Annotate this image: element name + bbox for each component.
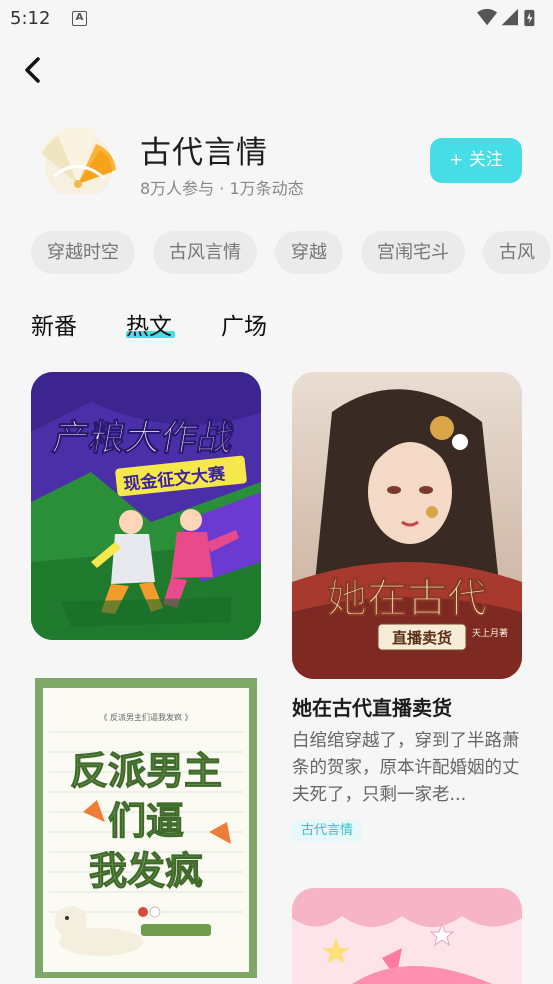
wifi-icon (477, 8, 498, 26)
villain-art-line1: 反派男主 (70, 749, 222, 793)
ancient-cover-title: 她在古代 (327, 575, 487, 622)
chip-transmigration[interactable]: 穿越 (275, 231, 343, 274)
ancient-cover-art: 她在古代 直播卖货 天上月著 (292, 372, 522, 679)
villain-cover-caption: 《 反派男主们逼我发疯 》 (99, 712, 192, 722)
status-bar: 5:12 A (0, 0, 553, 40)
topic-title: 古代言情 (140, 135, 268, 171)
chip-time-travel[interactable]: 穿越时空 (31, 231, 135, 274)
follow-button[interactable]: + 关注 (430, 138, 522, 183)
tab-new[interactable]: 新番 (31, 307, 77, 341)
ancient-cover-author: 天上月著 (472, 627, 508, 639)
folding-fan-icon (40, 126, 116, 194)
tag-chips: 穿越时空 古风言情 穿越 宫闱宅斗 古风 (31, 231, 553, 275)
chip-ancient-style[interactable]: 古风 (483, 231, 551, 274)
book-card-partial[interactable] (292, 888, 522, 984)
chip-ancient-romance[interactable]: 古风言情 (153, 231, 257, 274)
book-card-villain[interactable]: 《 反派男主们逼我发疯 》 反派男主 们逼 我发疯 (31, 672, 261, 982)
topic-stats: 8万人参与 · 1万条动态 (140, 179, 304, 198)
chip-palace-intrigue[interactable]: 宫闱宅斗 (361, 231, 465, 274)
promo-title-art: 产粮大作战 (50, 416, 237, 459)
book-title[interactable]: 她在古代直播卖货 (292, 692, 452, 721)
partial-cover-art (292, 888, 522, 984)
ancient-cover-subtitle: 直播卖货 (392, 629, 452, 647)
villain-cover-art: 《 反派男主们逼我发疯 》 反派男主 们逼 我发疯 (35, 678, 257, 978)
villain-art-line2: 们逼 (108, 799, 184, 843)
promo-card-writing-contest[interactable]: 产粮大作战 现金征文大赛 (31, 372, 261, 640)
promo-card-art: 产粮大作战 现金征文大赛 (31, 372, 261, 640)
back-arrow-icon[interactable] (20, 55, 50, 85)
book-cover-ancient-livestream[interactable]: 她在古代 直播卖货 天上月著 (292, 372, 522, 679)
tab-square[interactable]: 广场 (221, 307, 267, 341)
system-status-icons (477, 8, 535, 27)
notification-icon: A (72, 11, 87, 26)
status-time: 5:12 (10, 8, 51, 29)
book-description: 白绾绾穿越了，穿到了半路萧条的贺家，原本许配婚姻的丈夫死了，只剩一家老... (292, 731, 520, 805)
villain-art-line3: 我发疯 (89, 849, 203, 893)
book-genre-tag[interactable]: 古代言情 (292, 820, 363, 842)
signal-icon (501, 8, 518, 26)
tab-hot[interactable]: 热文 (126, 307, 172, 341)
